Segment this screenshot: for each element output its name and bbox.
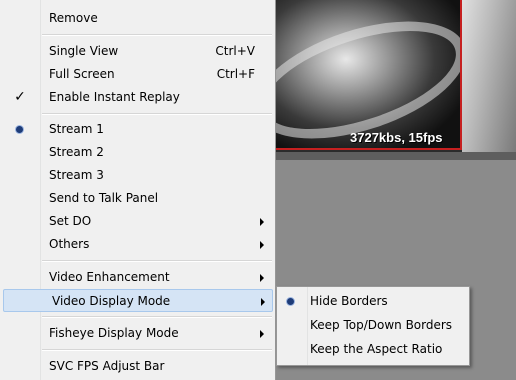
menu-item-video-enhancement[interactable]: Video Enhancement: [0, 266, 274, 289]
menu-item-stream-2[interactable]: Stream 2: [0, 141, 274, 164]
submenu-item-label: Keep Top/Down Borders: [310, 318, 453, 332]
submenu-arrow-icon: [260, 330, 264, 338]
menu-item-others[interactable]: Others: [0, 233, 274, 256]
radio-dot-icon: [16, 126, 23, 133]
menu-item-label: Video Display Mode: [52, 294, 171, 308]
menu-item-single-view[interactable]: Single View Ctrl+V: [0, 40, 274, 63]
menu-item-label: Others: [49, 237, 90, 251]
submenu-arrow-icon: [260, 274, 264, 282]
menu-separator: [42, 113, 272, 115]
menu-item-stream-3[interactable]: Stream 3: [0, 164, 274, 187]
pane-divider: [270, 152, 516, 160]
submenu-item-keep-aspect-ratio[interactable]: Keep the Aspect Ratio: [277, 338, 469, 361]
menu-item-label: Remove: [49, 11, 98, 25]
menu-item-label: Video Enhancement: [49, 270, 170, 284]
stream-stats: 3727kbs, 15fps: [350, 130, 443, 145]
submenu-item-hide-borders[interactable]: Hide Borders: [277, 290, 469, 313]
submenu-arrow-icon: [260, 241, 264, 249]
menu-item-label: Stream 2: [49, 145, 104, 159]
submenu-arrow-icon: [260, 218, 264, 226]
menu-item-label: Stream 1: [49, 122, 104, 136]
menu-item-label: Send to Talk Panel: [49, 191, 159, 205]
radio-dot-icon: [287, 298, 294, 305]
menu-separator: [42, 349, 272, 351]
menu-item-full-screen[interactable]: Full Screen Ctrl+F: [0, 63, 274, 86]
menu-item-svc-fps-adjust-bar[interactable]: SVC FPS Adjust Bar: [0, 355, 274, 378]
menu-item-label: Enable Instant Replay: [49, 90, 180, 104]
context-menu: Remove Single View Ctrl+V Full Screen Ct…: [0, 0, 276, 380]
video-display-mode-submenu: Hide Borders Keep Top/Down Borders Keep …: [276, 286, 470, 366]
submenu-arrow-icon: [261, 298, 265, 306]
menu-item-fisheye-display-mode[interactable]: Fisheye Display Mode: [0, 322, 274, 345]
menu-item-set-do[interactable]: Set DO: [0, 210, 274, 233]
submenu-item-label: Keep the Aspect Ratio: [310, 342, 443, 356]
menu-item-label: Single View: [49, 44, 119, 58]
video-pane-right[interactable]: [462, 0, 516, 152]
menu-item-remove[interactable]: Remove: [0, 7, 274, 30]
check-icon: ✓: [14, 89, 26, 105]
menu-item-label: Full Screen: [49, 67, 115, 81]
submenu-item-keep-top-down-borders[interactable]: Keep Top/Down Borders: [277, 314, 469, 337]
menu-item-label: Stream 3: [49, 168, 104, 182]
menu-item-enable-instant-replay[interactable]: ✓ Enable Instant Replay: [0, 86, 274, 109]
menu-item-video-display-mode[interactable]: Video Display Mode: [3, 289, 273, 312]
menu-item-stream-1[interactable]: Stream 1: [0, 118, 274, 141]
menu-separator: [42, 316, 272, 318]
menu-item-label: SVC FPS Adjust Bar: [49, 359, 165, 373]
menu-item-label: Fisheye Display Mode: [49, 326, 179, 340]
shortcut-label: Ctrl+F: [216, 67, 255, 81]
menu-separator: [42, 34, 272, 36]
menu-separator: [42, 260, 272, 262]
menu-item-label: Set DO: [49, 214, 92, 228]
submenu-item-label: Hide Borders: [310, 294, 388, 308]
camera-view[interactable]: [270, 0, 462, 150]
shortcut-label: Ctrl+V: [215, 44, 255, 58]
menu-item-send-to-talk-panel[interactable]: Send to Talk Panel: [0, 187, 274, 210]
